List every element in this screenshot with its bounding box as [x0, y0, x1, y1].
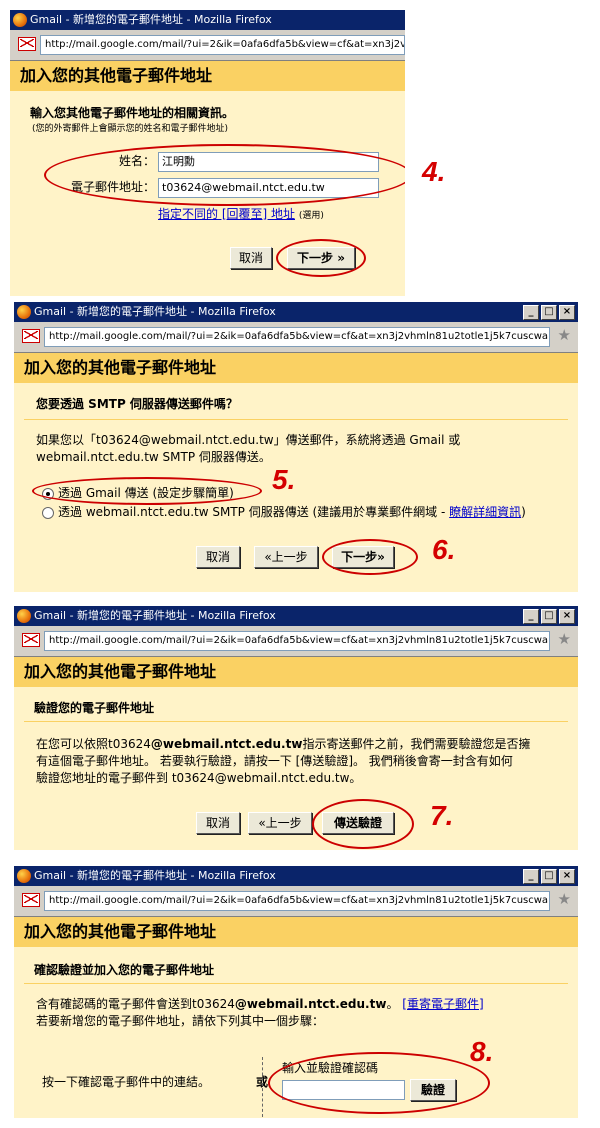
gmail-favicon-icon [18, 37, 36, 51]
dialog-panel-4: Gmail - 新增您的電子郵件地址 - Mozilla Firefox _ □… [14, 866, 578, 1118]
gmail-favicon-icon [22, 633, 40, 647]
firefox-icon [17, 609, 31, 623]
close-icon[interactable]: × [559, 869, 575, 884]
window-title: Gmail - 新增您的電子郵件地址 - Mozilla Firefox [34, 305, 276, 318]
email-domain-bold: @webmail.ntct.edu.tw [234, 997, 387, 1011]
firefox-icon [13, 13, 27, 27]
verify-description-line1: 在您可以依照t03624@webmail.ntct.edu.tw指示寄送郵件之前… [36, 735, 530, 753]
resend-email-link[interactable]: [重寄電子郵件] [402, 997, 483, 1011]
firefox-icon [17, 869, 31, 883]
text-part: 。 [386, 997, 399, 1011]
highlight-oval-next [276, 239, 366, 277]
url-input[interactable]: http://mail.google.com/mail/?ui=2&ik=0af… [40, 35, 405, 55]
window-titlebar: Gmail - 新增您的電子郵件地址 - Mozilla Firefox _ □… [14, 302, 578, 322]
smtp-option-label: 透過 webmail.ntct.edu.tw SMTP 伺服器傳送 (建議用於專… [58, 505, 450, 519]
reply-to-row: 指定不同的 [回覆至] 地址 (選用) [158, 205, 324, 225]
minimize-icon[interactable]: _ [523, 869, 539, 884]
cancel-button[interactable]: 取消 [196, 812, 240, 834]
maximize-icon[interactable]: □ [541, 869, 557, 884]
dialog-panel-1: Gmail - 新增您的電子郵件地址 - Mozilla Firefox htt… [10, 10, 405, 296]
step-label-6: 6. [432, 534, 456, 565]
confirm-description-line1: 含有確認碼的電子郵件會送到t03624@webmail.ntct.edu.tw。… [36, 995, 484, 1013]
minimize-icon[interactable]: _ [523, 609, 539, 624]
dialog-subtitle: 確認驗證並加入您的電子郵件地址 [34, 963, 215, 977]
dialog-header: 加入您的其他電子郵件地址 [14, 657, 578, 687]
smtp-description-line1: 如果您以「t03624@webmail.ntct.edu.tw」傳送郵件，系統將… [36, 433, 461, 447]
dialog-subtitle: 您要透過 SMTP 伺服器傳送郵件嗎？ [36, 397, 238, 411]
window-titlebar: Gmail - 新增您的電子郵件地址 - Mozilla Firefox _ □… [14, 606, 578, 626]
smtp-option-end: ) [521, 505, 526, 519]
dialog-content: 加入您的其他電子郵件地址 輸入您其他電子郵件地址的相關資訊。 (您的外寄郵件上會… [10, 61, 405, 296]
window-controls: _ □ × [523, 869, 575, 884]
dialog-panel-3: Gmail - 新增您的電子郵件地址 - Mozilla Firefox _ □… [14, 606, 578, 850]
dialog-panel-2: Gmail - 新增您的電子郵件地址 - Mozilla Firefox _ □… [14, 302, 578, 592]
divider [24, 983, 568, 984]
vertical-divider [262, 1057, 263, 1117]
dialog-subtitle: 驗證您的電子郵件地址 [34, 701, 155, 715]
highlight-oval-send [312, 799, 414, 849]
click-link-option: 按一下確認電子郵件中的連結。 [42, 1075, 211, 1089]
address-bar: http://mail.google.com/mail/?ui=2&ik=0af… [14, 322, 578, 353]
previous-button[interactable]: «上一步 [254, 546, 318, 568]
dialog-note: (您的外寄郵件上會顯示您的姓名和電子郵件地址) [32, 124, 229, 134]
optional-label: (選用) [298, 211, 324, 221]
dialog-header: 加入您的其他電子郵件地址 [14, 917, 578, 947]
highlight-oval-verify [268, 1052, 490, 1114]
maximize-icon[interactable]: □ [541, 609, 557, 624]
highlight-oval-fields [44, 144, 405, 206]
gmail-favicon-icon [22, 893, 40, 907]
smtp-description-line2: webmail.ntct.edu.tw SMTP 伺服器傳送。 [36, 450, 271, 464]
gmail-favicon-icon [22, 329, 40, 343]
url-input[interactable]: http://mail.google.com/mail/?ui=2&ik=0af… [44, 327, 550, 347]
bookmark-star-icon[interactable]: ★ [558, 892, 571, 907]
close-icon[interactable]: × [559, 609, 575, 624]
step-label-8: 8. [470, 1036, 494, 1067]
window-titlebar: Gmail - 新增您的電子郵件地址 - Mozilla Firefox _ □… [14, 866, 578, 886]
previous-button[interactable]: «上一步 [248, 812, 312, 834]
step-label-5: 5. [272, 464, 296, 495]
window-controls: _ □ × [523, 609, 575, 624]
text-part: 在您可以依照t03624 [36, 737, 151, 751]
window-title: Gmail - 新增您的電子郵件地址 - Mozilla Firefox [34, 869, 276, 882]
window-title: Gmail - 新增您的電子郵件地址 - Mozilla Firefox [30, 13, 272, 26]
verify-description-line2: 有這個電子郵件地址。 若要執行驗證，請按一下 [傳送驗證]。 我們稍後會寄一封含… [36, 754, 513, 768]
confirm-description-line2: 若要新增您的電子郵件地址，請依下列其中一個步驟： [36, 1014, 325, 1028]
highlight-oval-next [322, 539, 418, 575]
dialog-subtitle: 輸入您其他電子郵件地址的相關資訊。 [30, 106, 235, 120]
firefox-icon [17, 305, 31, 319]
highlight-oval-gmail [32, 477, 262, 505]
address-bar: http://mail.google.com/mail/?ui=2&ik=0af… [14, 886, 578, 917]
dialog-header: 加入您的其他電子郵件地址 [14, 353, 578, 383]
step-label-4: 4. [422, 156, 446, 187]
bookmark-star-icon[interactable]: ★ [558, 328, 571, 343]
dialog-content: 加入您的其他電子郵件地址 確認驗證並加入您的電子郵件地址 含有確認碼的電子郵件會… [14, 917, 578, 1118]
window-titlebar: Gmail - 新增您的電子郵件地址 - Mozilla Firefox [10, 10, 405, 30]
text-part: 指示寄送郵件之前，我們需要驗證您是否擁 [302, 737, 531, 751]
radio-smtp[interactable] [42, 506, 54, 519]
divider [24, 419, 568, 420]
bookmark-star-icon[interactable]: ★ [558, 632, 571, 647]
reply-to-link[interactable]: 指定不同的 [回覆至] 地址 [158, 207, 295, 221]
dialog-content: 加入您的其他電子郵件地址 您要透過 SMTP 伺服器傳送郵件嗎？ 如果您以「t0… [14, 353, 578, 592]
learn-more-link[interactable]: 瞭解詳細資訊 [449, 505, 521, 519]
verify-description-line3: 驗證您地址的電子郵件到 t03624@webmail.ntct.edu.tw。 [36, 771, 362, 785]
url-input[interactable]: http://mail.google.com/mail/?ui=2&ik=0af… [44, 631, 550, 651]
text-part: 含有確認碼的電子郵件會送到t03624 [36, 997, 235, 1011]
minimize-icon[interactable]: _ [523, 305, 539, 320]
divider [24, 721, 568, 722]
address-bar: http://mail.google.com/mail/?ui=2&ik=0af… [14, 626, 578, 657]
dialog-content: 加入您的其他電子郵件地址 驗證您的電子郵件地址 在您可以依照t03624@web… [14, 657, 578, 850]
address-bar: http://mail.google.com/mail/?ui=2&ik=0af… [10, 30, 405, 61]
smtp-option-row[interactable]: 透過 webmail.ntct.edu.tw SMTP 伺服器傳送 (建議用於專… [42, 503, 526, 521]
cancel-button[interactable]: 取消 [230, 247, 272, 269]
close-icon[interactable]: × [559, 305, 575, 320]
step-label-7: 7. [430, 800, 454, 831]
email-domain-bold: @webmail.ntct.edu.tw [150, 737, 303, 751]
window-controls: _ □ × [523, 305, 575, 320]
cancel-button[interactable]: 取消 [196, 546, 240, 568]
window-title: Gmail - 新增您的電子郵件地址 - Mozilla Firefox [34, 609, 276, 622]
url-input[interactable]: http://mail.google.com/mail/?ui=2&ik=0af… [44, 891, 550, 911]
dialog-header: 加入您的其他電子郵件地址 [10, 61, 405, 91]
maximize-icon[interactable]: □ [541, 305, 557, 320]
